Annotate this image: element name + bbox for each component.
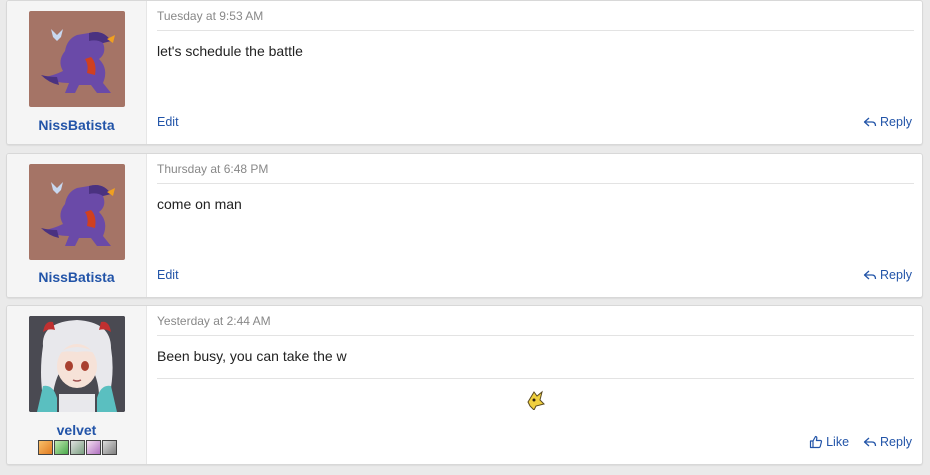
- username[interactable]: velvet: [7, 422, 146, 438]
- reply-button[interactable]: Reply: [863, 115, 912, 129]
- reply-icon: [863, 270, 877, 280]
- edit-button[interactable]: Edit: [157, 268, 179, 282]
- like-button[interactable]: Like: [809, 435, 849, 449]
- like-label: Like: [826, 435, 850, 449]
- post-user-column: NissBatista: [7, 154, 147, 297]
- header-divider: [157, 30, 914, 31]
- post-actions: Like Reply: [809, 435, 912, 449]
- avatar[interactable]: [29, 316, 125, 412]
- thumbs-up-icon: [809, 435, 823, 449]
- badge-gray-icon: [102, 440, 117, 455]
- username[interactable]: NissBatista: [7, 117, 146, 133]
- reply-label: Reply: [880, 268, 912, 282]
- post-actions: Reply: [863, 268, 912, 282]
- reply-button[interactable]: Reply: [863, 435, 912, 449]
- user-badges: [38, 440, 117, 455]
- header-divider: [157, 183, 914, 184]
- post-user-column: velvet: [7, 306, 147, 464]
- post-message: let's schedule the battle: [157, 43, 303, 59]
- post-3: velvet Yesterday at 2:44 AM Been busy, y…: [6, 305, 923, 465]
- message-column: Tuesday at 9:53 AM let's schedule the ba…: [147, 1, 922, 144]
- message-column: Yesterday at 2:44 AM Been busy, you can …: [147, 306, 922, 464]
- badge-orange-diamond-icon: [38, 440, 53, 455]
- reply-label: Reply: [880, 115, 912, 129]
- message-column: Thursday at 6:48 PM come on man Edit Rep…: [147, 154, 922, 297]
- reply-button[interactable]: Reply: [863, 268, 912, 282]
- reply-label: Reply: [880, 435, 912, 449]
- signature-divider: [157, 378, 914, 379]
- post-timestamp[interactable]: Thursday at 6:48 PM: [157, 162, 268, 176]
- username[interactable]: NissBatista: [7, 269, 146, 285]
- post-2: NissBatista Thursday at 6:48 PM come on …: [6, 153, 923, 298]
- reply-icon: [863, 117, 877, 127]
- post-timestamp[interactable]: Yesterday at 2:44 AM: [157, 314, 271, 328]
- post-1: NissBatista Tuesday at 9:53 AM let's sch…: [6, 0, 923, 145]
- post-timestamp[interactable]: Tuesday at 9:53 AM: [157, 9, 263, 23]
- avatar[interactable]: [29, 11, 125, 107]
- badge-star-icon: [70, 440, 85, 455]
- badge-green-cross-icon: [54, 440, 69, 455]
- post-message: Been busy, you can take the w: [157, 348, 347, 364]
- post-actions: Reply: [863, 115, 912, 129]
- reply-icon: [863, 437, 877, 447]
- post-user-column: NissBatista: [7, 1, 147, 144]
- avatar[interactable]: [29, 164, 125, 260]
- post-message: come on man: [157, 196, 242, 212]
- signature-sprite-icon: [527, 390, 545, 410]
- badge-heart-icon: [86, 440, 101, 455]
- header-divider: [157, 335, 914, 336]
- edit-button[interactable]: Edit: [157, 115, 179, 129]
